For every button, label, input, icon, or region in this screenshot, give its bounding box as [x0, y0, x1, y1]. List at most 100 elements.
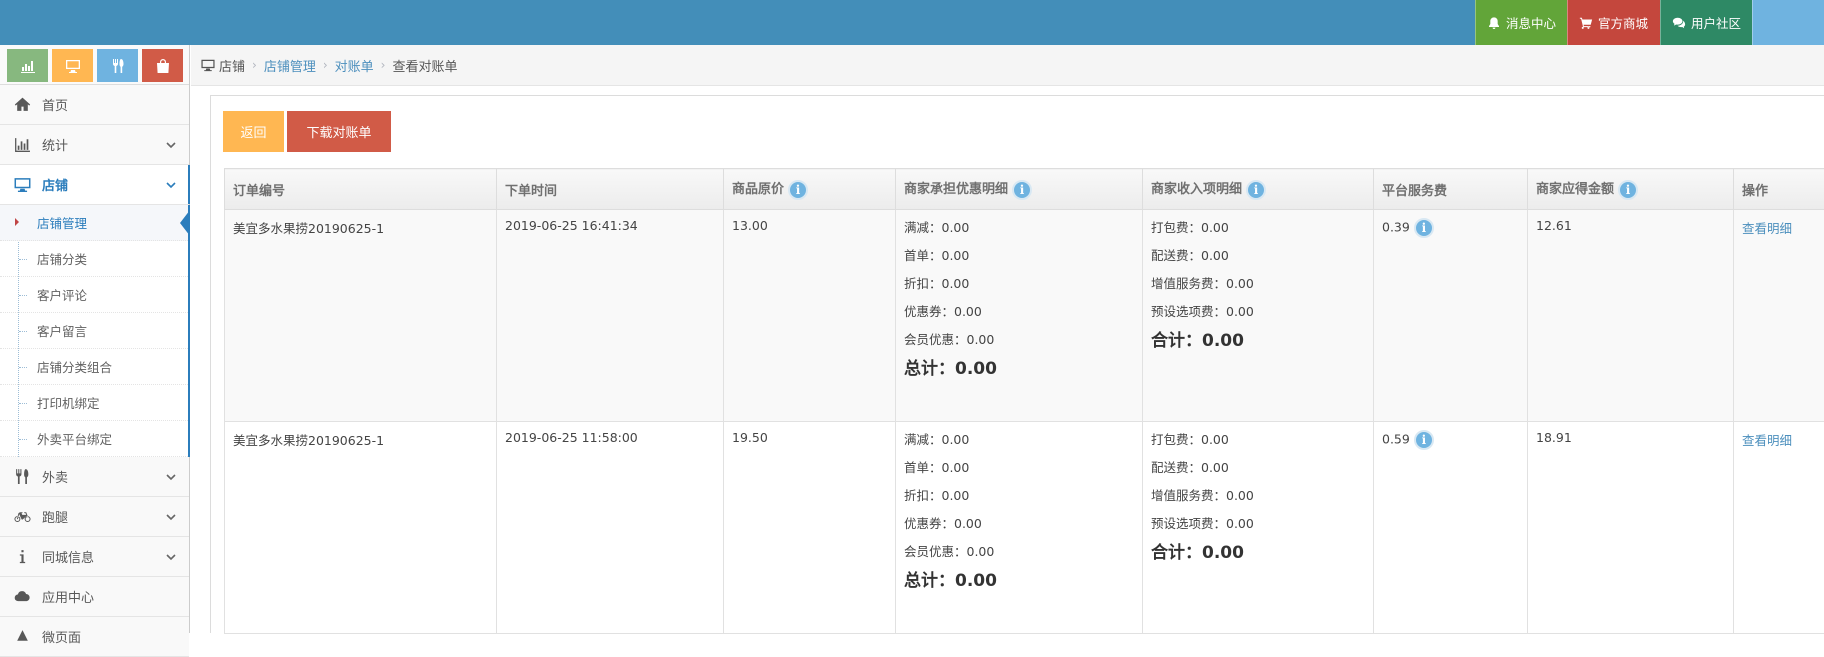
sidebar-item-home[interactable]: 首页: [0, 85, 189, 125]
utensils-icon: [110, 58, 126, 74]
store-button[interactable]: 官方商城: [1567, 0, 1660, 45]
page-icon: [12, 627, 32, 647]
column-header: 商家承担优惠明细: [896, 169, 1143, 210]
service-fee-value: 0.39: [1382, 220, 1410, 235]
column-header: 商品原价: [724, 169, 896, 210]
sidebar-item-label: 微页面: [42, 627, 81, 646]
action-cell: 查看明细: [1734, 422, 1824, 634]
discount-line: 折扣：0.00: [904, 274, 1134, 302]
discount-line: 满减：0.00: [904, 430, 1134, 458]
discount-detail-cell: 满减：0.00 首单：0.00 折扣：0.00 优惠券：0.00 会员优惠：0.…: [896, 210, 1143, 422]
column-header: 操作: [1734, 169, 1824, 210]
original-price-cell: 19.50: [724, 422, 896, 634]
original-price-cell: 13.00: [724, 210, 896, 422]
sidebar-shortcuts: [0, 45, 189, 85]
info-icon: [12, 547, 32, 567]
income-line: 增值服务费：0.00: [1151, 486, 1365, 514]
order-number-cell: 美宜多水果捞20190625-1: [225, 210, 497, 422]
table-header-row: 订单编号 下单时间 商品原价 商家承担优惠明细 商家收入项明细 平台服务费 商家…: [225, 169, 1824, 210]
utensils-icon: [12, 467, 32, 487]
discount-line: 会员优惠：0.00: [904, 542, 1134, 570]
signal-icon: [20, 58, 36, 74]
breadcrumb-separator: ›: [252, 58, 257, 72]
store-label: 官方商城: [1598, 13, 1648, 32]
discount-line: 首单：0.00: [904, 246, 1134, 274]
view-detail-link[interactable]: 查看明细: [1742, 221, 1792, 236]
statement-table: 订单编号 下单时间 商品原价 商家承担优惠明细 商家收入项明细 平台服务费 商家…: [224, 168, 1824, 634]
info-icon[interactable]: [788, 180, 808, 200]
merchant-amount-cell: 12.61: [1528, 210, 1734, 422]
income-total: 合计：0.00: [1151, 542, 1365, 564]
info-icon[interactable]: [1618, 180, 1638, 200]
community-label: 用户社区: [1691, 13, 1741, 32]
back-button[interactable]: 返回: [223, 111, 284, 152]
info-icon[interactable]: [1414, 430, 1434, 450]
cloud-icon: [12, 587, 32, 607]
sidebar-subitem-category-combo[interactable]: 店铺分类组合: [0, 349, 188, 385]
breadcrumb-shop-manage[interactable]: 店铺管理: [264, 56, 316, 75]
breadcrumb-separator: ›: [381, 58, 386, 72]
sidebar-item-takeout[interactable]: 外卖: [0, 457, 189, 497]
sidebar-subitem-platform-binding[interactable]: 外卖平台绑定: [0, 421, 188, 457]
shortcut-stats-button[interactable]: [7, 49, 48, 82]
sidebar-item-micro-page[interactable]: 微页面: [0, 617, 189, 657]
info-icon[interactable]: [1414, 218, 1434, 238]
top-navbar: 消息中心 官方商城 用户社区: [0, 0, 1824, 45]
income-line: 增值服务费：0.00: [1151, 274, 1365, 302]
chevron-down-icon: [165, 471, 177, 483]
column-header: 下单时间: [497, 169, 724, 210]
messages-button[interactable]: 消息中心: [1475, 0, 1567, 45]
info-icon[interactable]: [1012, 180, 1032, 200]
column-header-label: 商家应得金额: [1536, 182, 1614, 197]
income-line: 配送费：0.00: [1151, 246, 1365, 274]
sidebar-subitem-reviews[interactable]: 客户评论: [0, 277, 188, 313]
income-detail-cell: 打包费：0.00 配送费：0.00 增值服务费：0.00 预设选项费：0.00 …: [1143, 422, 1374, 634]
income-detail-cell: 打包费：0.00 配送费：0.00 增值服务费：0.00 预设选项费：0.00 …: [1143, 210, 1374, 422]
discount-line: 会员优惠：0.00: [904, 330, 1134, 358]
service-fee-cell: 0.59: [1374, 422, 1528, 634]
view-detail-link[interactable]: 查看明细: [1742, 433, 1792, 448]
sidebar-subitem-printer[interactable]: 打印机绑定: [0, 385, 188, 421]
community-button[interactable]: 用户社区: [1660, 0, 1752, 45]
service-fee-cell: 0.39: [1374, 210, 1528, 422]
shortcut-shop-button[interactable]: [142, 49, 183, 82]
sidebar-subitem-shop-category[interactable]: 店铺分类: [0, 241, 188, 277]
desktop-icon: [12, 175, 32, 195]
discount-line: 优惠券：0.00: [904, 514, 1134, 542]
discount-line: 优惠券：0.00: [904, 302, 1134, 330]
column-header-label: 商品原价: [732, 182, 784, 197]
download-statement-button[interactable]: 下载对账单: [287, 111, 391, 152]
income-line: 配送费：0.00: [1151, 458, 1365, 486]
income-line: 打包费：0.00: [1151, 218, 1365, 246]
user-menu-button[interactable]: [1752, 0, 1824, 45]
bell-icon: [1487, 16, 1501, 30]
sidebar-item-stats[interactable]: 统计: [0, 125, 189, 165]
sidebar-item-label: 店铺: [42, 175, 68, 194]
sidebar-item-errand[interactable]: 跑腿: [0, 497, 189, 537]
discount-total: 总计：0.00: [904, 358, 1134, 380]
chevron-down-icon: [165, 511, 177, 523]
info-icon[interactable]: [1246, 180, 1266, 200]
column-header-label: 商家收入项明细: [1151, 182, 1242, 197]
column-header: 平台服务费: [1374, 169, 1528, 210]
order-time-cell: 2019-06-25 11:58:00: [497, 422, 724, 634]
breadcrumb-statements[interactable]: 对账单: [335, 56, 374, 75]
sidebar-subitem-messages[interactable]: 客户留言: [0, 313, 188, 349]
sidebar-subitem-shop-manage[interactable]: 店铺管理: [0, 205, 188, 241]
shortcut-desktop-button[interactable]: [52, 49, 93, 82]
income-line: 预设选项费：0.00: [1151, 302, 1365, 330]
breadcrumb-home[interactable]: 店铺: [219, 56, 245, 75]
sidebar-item-label: 应用中心: [42, 587, 94, 606]
column-header-label: 商家承担优惠明细: [904, 182, 1008, 197]
desktop-icon: [201, 58, 215, 72]
discount-line: 折扣：0.00: [904, 486, 1134, 514]
income-line: 打包费：0.00: [1151, 430, 1365, 458]
shortcut-takeout-button[interactable]: [97, 49, 138, 82]
breadcrumb-current: 查看对账单: [392, 56, 457, 75]
sidebar-item-apps[interactable]: 应用中心: [0, 577, 189, 617]
merchant-amount-cell: 18.91: [1528, 422, 1734, 634]
order-number-cell: 美宜多水果捞20190625-1: [225, 422, 497, 634]
sidebar-item-citywide[interactable]: 同城信息: [0, 537, 189, 577]
sidebar-item-shop[interactable]: 店铺: [0, 165, 189, 205]
income-line: 预设选项费：0.00: [1151, 514, 1365, 542]
